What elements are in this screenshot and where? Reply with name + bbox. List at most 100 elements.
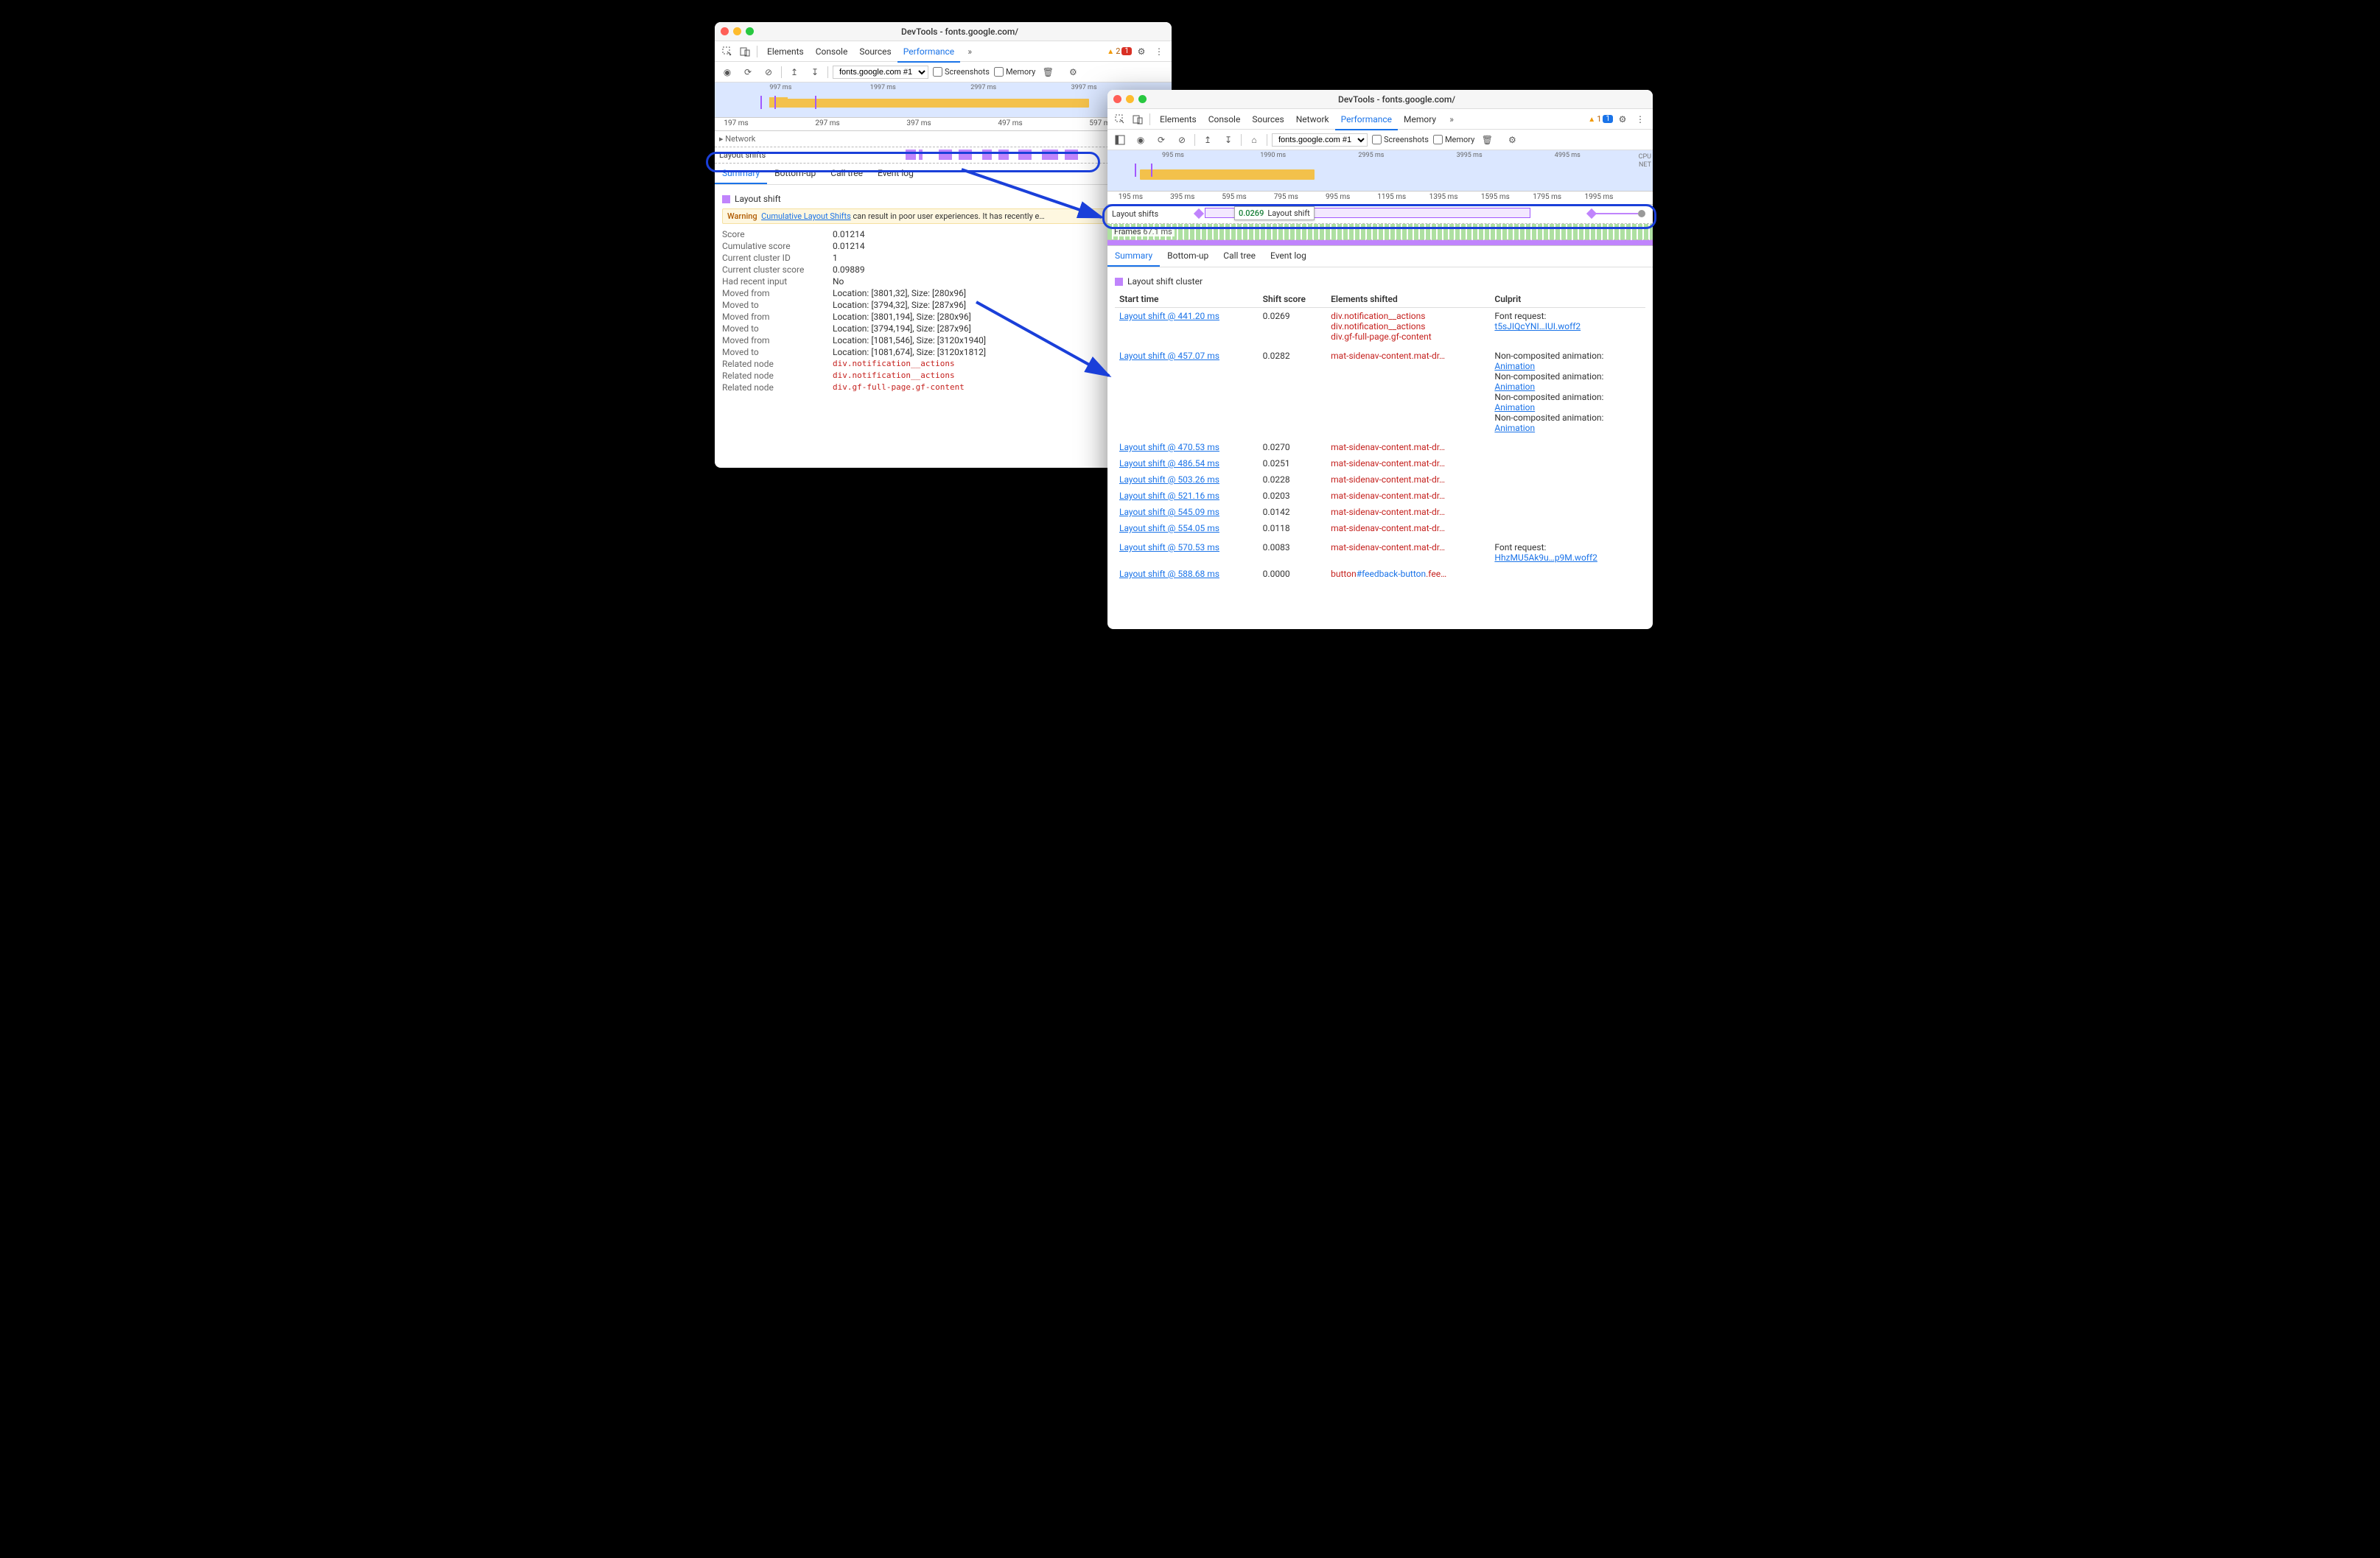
record-icon[interactable]: ◉ xyxy=(1133,132,1149,148)
layout-shift-link[interactable]: Layout shift @ 570.53 ms xyxy=(1119,542,1219,552)
profile-select[interactable]: fonts.google.com #1 xyxy=(833,66,928,79)
divider xyxy=(1194,134,1195,146)
layout-shifts-track[interactable]: Layout shifts xyxy=(715,147,1172,164)
tab-performance[interactable]: Performance xyxy=(897,42,960,63)
minimize-icon[interactable] xyxy=(733,27,741,35)
shift-score: 0.0000 xyxy=(1259,566,1326,582)
layout-shift-link[interactable]: Layout shift @ 545.09 ms xyxy=(1119,507,1219,517)
culprit-link[interactable]: HhzMU5Ak9u…p9M.woff2 xyxy=(1494,552,1597,563)
layout-shift-link[interactable]: Layout shift @ 441.20 ms xyxy=(1119,311,1219,321)
record-icon[interactable]: ◉ xyxy=(719,64,735,80)
table-row: Layout shift @ 457.07 ms0.0282mat-sidena… xyxy=(1115,346,1645,438)
overview-minimap[interactable]: 997 ms1997 ms2997 ms3997 ms xyxy=(715,83,1172,118)
detail-tab-bottom-up[interactable]: Bottom-up xyxy=(767,164,823,184)
layout-shift-link[interactable]: Layout shift @ 457.07 ms xyxy=(1119,351,1219,361)
more-tabs-icon[interactable]: » xyxy=(1443,111,1460,127)
culprit-link[interactable]: Animation xyxy=(1494,423,1535,433)
reload-icon[interactable]: ⟳ xyxy=(740,64,756,80)
detail-tab-event-log[interactable]: Event log xyxy=(870,164,921,184)
gc-icon[interactable]: 🗑 xyxy=(1479,132,1495,148)
culprit-link[interactable]: Animation xyxy=(1494,361,1535,371)
warning-label: Warning xyxy=(727,211,757,221)
clear-icon[interactable]: ⊘ xyxy=(1174,132,1190,148)
culprit-cell xyxy=(1490,438,1645,455)
kebab-icon[interactable]: ⋮ xyxy=(1151,43,1167,60)
detail-tab-bottom-up[interactable]: Bottom-up xyxy=(1160,246,1216,267)
window-title: DevTools - fonts.google.com/ xyxy=(754,27,1166,37)
screenshots-checkbox[interactable]: Screenshots xyxy=(933,67,990,77)
tab-console[interactable]: Console xyxy=(810,42,854,61)
clear-icon[interactable]: ⊘ xyxy=(760,64,777,80)
cls-link[interactable]: Cumulative Layout Shifts xyxy=(761,211,851,221)
screenshots-checkbox[interactable]: Screenshots xyxy=(1372,135,1429,144)
memory-checkbox[interactable]: Memory xyxy=(1433,135,1474,144)
layout-shift-link[interactable]: Layout shift @ 521.16 ms xyxy=(1119,491,1219,501)
culprit-link[interactable]: Animation xyxy=(1494,382,1535,392)
minimize-icon[interactable] xyxy=(1126,95,1134,103)
time-ruler[interactable]: 197 ms297 ms397 ms497 ms597 ms xyxy=(715,118,1172,131)
detail-tab-summary[interactable]: Summary xyxy=(715,164,767,184)
download-icon[interactable]: ↧ xyxy=(1220,132,1236,148)
close-icon[interactable] xyxy=(1113,95,1121,103)
layout-shift-link[interactable]: Layout shift @ 503.26 ms xyxy=(1119,474,1219,485)
perf-settings-icon[interactable]: ⚙ xyxy=(1065,64,1081,80)
device-icon[interactable] xyxy=(1130,111,1146,127)
panel-toggle-icon[interactable] xyxy=(1112,132,1128,148)
titlebar[interactable]: DevTools - fonts.google.com/ xyxy=(715,22,1172,41)
detail-tab-event-log[interactable]: Event log xyxy=(1263,246,1314,267)
elements-shifted: button#feedback-button.fee… xyxy=(1326,566,1490,582)
swatch-icon xyxy=(1115,278,1123,286)
info-badge[interactable]: 1 xyxy=(1603,115,1613,123)
culprit-link[interactable]: t5sJIQcYNI…IUI.woff2 xyxy=(1494,321,1581,331)
warning-badge[interactable]: 2 xyxy=(1107,46,1120,56)
close-icon[interactable] xyxy=(721,27,729,35)
memory-checkbox[interactable]: Memory xyxy=(994,67,1035,77)
kebab-icon[interactable]: ⋮ xyxy=(1632,111,1648,127)
elements-shifted: mat-sidenav-content.mat-dr… xyxy=(1326,582,1490,584)
reload-icon[interactable]: ⟳ xyxy=(1153,132,1169,148)
tab-console[interactable]: Console xyxy=(1203,110,1247,129)
warning-badge[interactable]: 1 xyxy=(1588,114,1601,124)
table-row: Layout shift @ 588.68 ms 0.0000button#fee… xyxy=(1115,566,1645,582)
shift-score: 0.0228 xyxy=(1259,471,1326,488)
inspect-icon[interactable] xyxy=(1112,111,1128,127)
detail-tab-call-tree[interactable]: Call tree xyxy=(1216,246,1263,267)
inspect-icon[interactable] xyxy=(719,43,735,60)
overview-minimap[interactable]: 995 ms1990 ms2995 ms3995 ms4995 ms CPUNE… xyxy=(1107,150,1653,192)
time-ruler[interactable]: 195 ms395 ms595 ms795 ms995 ms1195 ms139… xyxy=(1107,192,1653,205)
upload-icon[interactable]: ↥ xyxy=(786,64,802,80)
more-tabs-icon[interactable]: » xyxy=(962,43,978,60)
titlebar[interactable]: DevTools - fonts.google.com/ xyxy=(1107,90,1653,109)
error-badge[interactable]: 1 xyxy=(1121,47,1132,55)
tooltip-value: 0.0269 xyxy=(1239,208,1264,218)
culprit-link[interactable]: Animation xyxy=(1494,402,1535,413)
network-track[interactable]: ▸ Network xyxy=(715,131,1172,147)
settings-icon[interactable]: ⚙ xyxy=(1133,43,1149,60)
upload-icon[interactable]: ↥ xyxy=(1200,132,1216,148)
tab-elements[interactable]: Elements xyxy=(761,42,810,61)
zoom-icon[interactable] xyxy=(1138,95,1147,103)
detail-tab-summary[interactable]: Summary xyxy=(1107,246,1160,267)
tab-performance[interactable]: Performance xyxy=(1335,110,1398,130)
zoom-icon[interactable] xyxy=(746,27,754,35)
detail-tab-call-tree[interactable]: Call tree xyxy=(823,164,870,184)
tab-elements[interactable]: Elements xyxy=(1154,110,1203,129)
frames-track[interactable]: Frames 67.1 ms xyxy=(1107,224,1653,240)
tab-sources[interactable]: Sources xyxy=(853,42,897,61)
culprit-cell xyxy=(1490,520,1645,538)
layout-shifts-track[interactable]: Layout shifts 0.0269 Layout shift xyxy=(1107,205,1653,224)
tab-memory[interactable]: Memory xyxy=(1398,110,1442,129)
profile-select[interactable]: fonts.google.com #1 xyxy=(1272,133,1368,147)
layout-shift-link[interactable]: Layout shift @ 554.05 ms xyxy=(1119,523,1219,533)
gc-icon[interactable]: 🗑 xyxy=(1040,64,1056,80)
download-icon[interactable]: ↧ xyxy=(807,64,823,80)
tab-network[interactable]: Network xyxy=(1290,110,1335,129)
device-icon[interactable] xyxy=(737,43,753,60)
layout-shift-link[interactable]: Layout shift @ 470.53 ms xyxy=(1119,442,1219,452)
layout-shift-link[interactable]: Layout shift @ 486.54 ms xyxy=(1119,458,1219,469)
tab-sources[interactable]: Sources xyxy=(1246,110,1289,129)
home-icon[interactable]: ⌂ xyxy=(1246,132,1262,148)
perf-settings-icon[interactable]: ⚙ xyxy=(1504,132,1520,148)
settings-icon[interactable]: ⚙ xyxy=(1614,111,1631,127)
layout-shift-link[interactable]: Layout shift @ 588.68 ms xyxy=(1119,569,1219,579)
